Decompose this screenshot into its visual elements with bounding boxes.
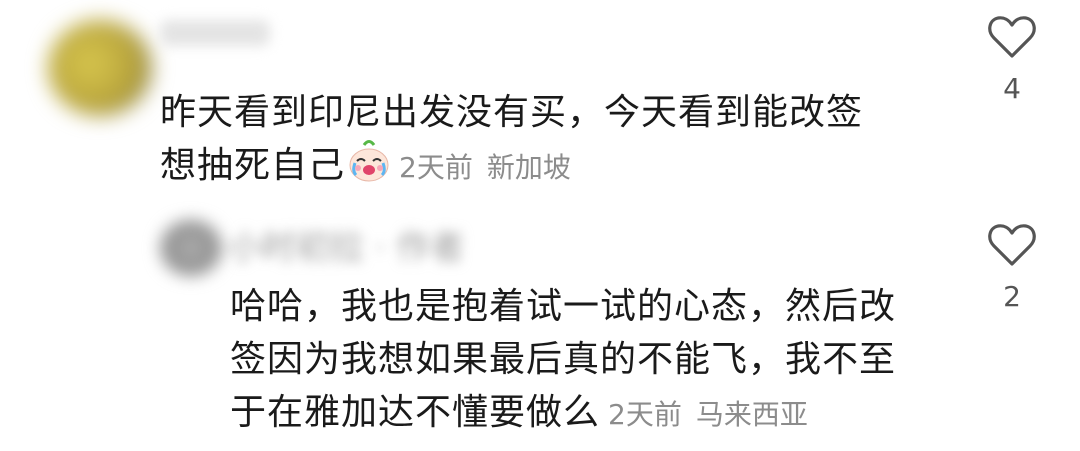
laughing-crying-emoji-icon bbox=[347, 139, 391, 183]
like-count: 4 bbox=[1003, 72, 1021, 105]
comment-text-line: 昨天看到印尼出发没有买，今天看到能改签 bbox=[160, 92, 864, 133]
reply-meta: 2天前 马来西亚 bbox=[608, 398, 808, 431]
username-blurred[interactable]: 小时初拉 · 作者 bbox=[228, 220, 464, 269]
like-count: 2 bbox=[1003, 280, 1021, 313]
heart-icon bbox=[988, 16, 1036, 58]
reply-text-line-end: 于在雅加达不懂要做么 bbox=[230, 392, 601, 433]
like-button[interactable]: 2 bbox=[982, 222, 1042, 313]
comment-text-line-end: 想抽死自己 bbox=[160, 145, 346, 186]
reply-time: 2天前 bbox=[608, 398, 682, 431]
avatar[interactable] bbox=[160, 220, 222, 276]
reply-text-line: 签因为我想如果最后真的不能飞，我不至 bbox=[230, 339, 897, 380]
comment-text-line: 想抽死自己 2天前 新加坡 bbox=[160, 139, 920, 194]
comment-location: 新加坡 bbox=[486, 151, 571, 184]
reply-text-line: 哈哈，我也是抱着试一试的心态，然后改 bbox=[230, 286, 897, 327]
like-button[interactable]: 4 bbox=[982, 14, 1042, 105]
comment-text: 昨天看到印尼出发没有买，今天看到能改签 想抽死自己 2天前 新加坡 bbox=[160, 86, 920, 194]
username-blurred[interactable] bbox=[160, 20, 270, 46]
avatar[interactable] bbox=[48, 20, 152, 116]
comment-meta: 2天前 新加坡 bbox=[399, 151, 571, 184]
reply-location: 马来西亚 bbox=[695, 398, 808, 431]
heart-icon bbox=[988, 224, 1036, 266]
reply-text: 哈哈，我也是抱着试一试的心态，然后改 签因为我想如果最后真的不能飞，我不至 于在… bbox=[230, 280, 950, 441]
comment-time: 2天前 bbox=[399, 151, 473, 184]
reply-text-line: 于在雅加达不懂要做么 2天前 马来西亚 bbox=[230, 386, 950, 441]
